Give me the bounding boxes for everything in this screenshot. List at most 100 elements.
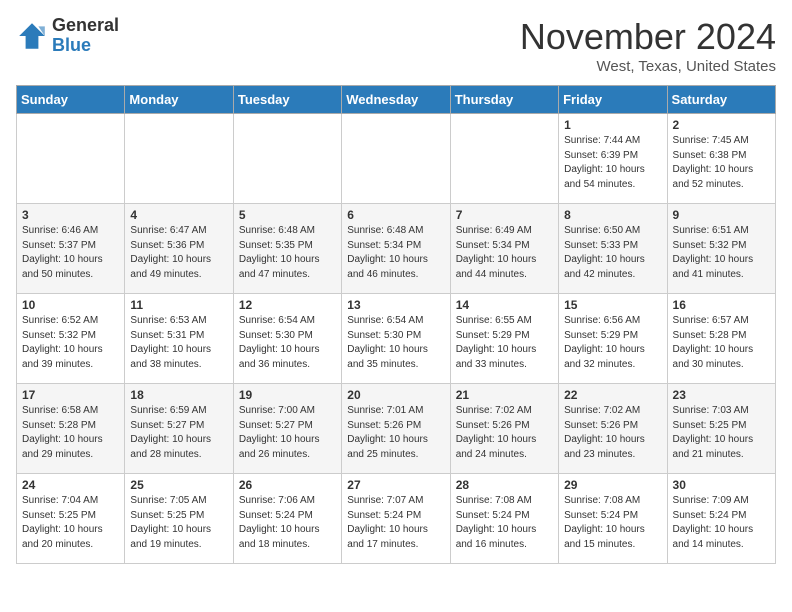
calendar-cell: 27Sunrise: 7:07 AM Sunset: 5:24 PM Dayli…: [342, 474, 450, 564]
calendar-cell: 9 Sunrise: 6:51 AM Sunset: 5:32 PM Daylig…: [667, 204, 775, 294]
day-number: 30: [673, 478, 770, 492]
day-info: Sunrise: 6:46 AM Sunset: 5:37 PM Dayligh…: [22, 224, 119, 282]
calendar-cell: 8 Sunrise: 6:50 AM Sunset: 5:33 PM Daylig…: [559, 204, 667, 294]
logo-icon: [16, 20, 48, 52]
location-subtitle: West, Texas, United States: [520, 58, 776, 75]
day-info: Sunrise: 6:51 AM Sunset: 5:32 PM Dayligh…: [673, 224, 770, 282]
day-info: Sunrise: 6:53 AM Sunset: 5:31 PM Dayligh…: [130, 314, 227, 372]
day-info: Sunrise: 7:04 AM Sunset: 5:25 PM Dayligh…: [22, 494, 119, 552]
day-info: Sunrise: 6:49 AM Sunset: 5:34 PM Dayligh…: [456, 224, 553, 282]
header-cell-saturday: Saturday: [667, 86, 775, 114]
day-number: 23: [673, 388, 770, 402]
day-number: 26: [239, 478, 336, 492]
day-number: 17: [22, 388, 119, 402]
day-info: Sunrise: 7:09 AM Sunset: 5:24 PM Dayligh…: [673, 494, 770, 552]
day-info: Sunrise: 6:59 AM Sunset: 5:27 PM Dayligh…: [130, 404, 227, 462]
header-cell-sunday: Sunday: [17, 86, 125, 114]
day-number: 1: [564, 118, 661, 132]
day-number: 2: [673, 118, 770, 132]
day-info: Sunrise: 6:54 AM Sunset: 5:30 PM Dayligh…: [347, 314, 444, 372]
day-info: Sunrise: 7:00 AM Sunset: 5:27 PM Dayligh…: [239, 404, 336, 462]
header-cell-friday: Friday: [559, 86, 667, 114]
calendar-cell: 13 Sunrise: 6:54 AM Sunset: 5:30 PM Dayli…: [342, 294, 450, 384]
calendar-cell: 16 Sunrise: 6:57 AM Sunset: 5:28 PM Dayli…: [667, 294, 775, 384]
day-number: 27: [347, 478, 444, 492]
day-info: Sunrise: 6:50 AM Sunset: 5:33 PM Dayligh…: [564, 224, 661, 282]
calendar-cell: 10Sunrise: 6:52 AM Sunset: 5:32 PM Dayli…: [17, 294, 125, 384]
calendar-cell: [342, 114, 450, 204]
day-info: Sunrise: 7:45 AM Sunset: 6:38 PM Dayligh…: [673, 134, 770, 192]
calendar-cell: 24 Sunrise: 7:04 AM Sunset: 5:25 PM Dayli…: [17, 474, 125, 564]
calendar-cell: 14Sunrise: 6:55 AM Sunset: 5:29 PM Dayli…: [450, 294, 558, 384]
day-number: 24: [22, 478, 119, 492]
day-info: Sunrise: 6:48 AM Sunset: 5:35 PM Dayligh…: [239, 224, 336, 282]
calendar-cell: 12 Sunrise: 6:54 AM Sunset: 5:30 PM Dayli…: [233, 294, 341, 384]
calendar-cell: 4 Sunrise: 6:47 AM Sunset: 5:36 PM Daylig…: [125, 204, 233, 294]
day-number: 7: [456, 208, 553, 222]
calendar-week-row: 24 Sunrise: 7:04 AM Sunset: 5:25 PM Dayli…: [17, 474, 776, 564]
logo: General Blue: [16, 16, 119, 56]
day-info: Sunrise: 6:47 AM Sunset: 5:36 PM Dayligh…: [130, 224, 227, 282]
day-info: Sunrise: 6:48 AM Sunset: 5:34 PM Dayligh…: [347, 224, 444, 282]
calendar-cell: [233, 114, 341, 204]
calendar-cell: 22 Sunrise: 7:02 AM Sunset: 5:26 PM Dayli…: [559, 384, 667, 474]
header-cell-thursday: Thursday: [450, 86, 558, 114]
day-number: 4: [130, 208, 227, 222]
day-info: Sunrise: 7:06 AM Sunset: 5:24 PM Dayligh…: [239, 494, 336, 552]
calendar-cell: 21Sunrise: 7:02 AM Sunset: 5:26 PM Dayli…: [450, 384, 558, 474]
calendar-cell: 3 Sunrise: 6:46 AM Sunset: 5:37 PM Daylig…: [17, 204, 125, 294]
calendar-week-row: 10Sunrise: 6:52 AM Sunset: 5:32 PM Dayli…: [17, 294, 776, 384]
calendar-cell: 15 Sunrise: 6:56 AM Sunset: 5:29 PM Dayli…: [559, 294, 667, 384]
header-cell-monday: Monday: [125, 86, 233, 114]
day-number: 22: [564, 388, 661, 402]
calendar-cell: 26 Sunrise: 7:06 AM Sunset: 5:24 PM Dayli…: [233, 474, 341, 564]
calendar-cell: 25 Sunrise: 7:05 AM Sunset: 5:25 PM Dayli…: [125, 474, 233, 564]
day-number: 9: [673, 208, 770, 222]
day-number: 28: [456, 478, 553, 492]
day-number: 15: [564, 298, 661, 312]
day-info: Sunrise: 6:54 AM Sunset: 5:30 PM Dayligh…: [239, 314, 336, 372]
day-info: Sunrise: 7:08 AM Sunset: 5:24 PM Dayligh…: [456, 494, 553, 552]
day-number: 12: [239, 298, 336, 312]
calendar-header-row: SundayMondayTuesdayWednesdayThursdayFrid…: [17, 86, 776, 114]
day-info: Sunrise: 6:55 AM Sunset: 5:29 PM Dayligh…: [456, 314, 553, 372]
day-number: 29: [564, 478, 661, 492]
page-header: General Blue November 2024 West, Texas, …: [16, 16, 776, 75]
calendar-week-row: 17 Sunrise: 6:58 AM Sunset: 5:28 PM Dayli…: [17, 384, 776, 474]
calendar-cell: 7 Sunrise: 6:49 AM Sunset: 5:34 PM Daylig…: [450, 204, 558, 294]
calendar-cell: [450, 114, 558, 204]
day-number: 11: [130, 298, 227, 312]
day-number: 16: [673, 298, 770, 312]
day-info: Sunrise: 7:02 AM Sunset: 5:26 PM Dayligh…: [564, 404, 661, 462]
day-info: Sunrise: 7:08 AM Sunset: 5:24 PM Dayligh…: [564, 494, 661, 552]
day-number: 20: [347, 388, 444, 402]
calendar-cell: 6 Sunrise: 6:48 AM Sunset: 5:34 PM Daylig…: [342, 204, 450, 294]
title-block: November 2024 West, Texas, United States: [520, 16, 776, 75]
day-info: Sunrise: 7:01 AM Sunset: 5:26 PM Dayligh…: [347, 404, 444, 462]
calendar-cell: 11 Sunrise: 6:53 AM Sunset: 5:31 PM Dayli…: [125, 294, 233, 384]
calendar-cell: 18Sunrise: 6:59 AM Sunset: 5:27 PM Dayli…: [125, 384, 233, 474]
day-number: 3: [22, 208, 119, 222]
calendar-cell: 30 Sunrise: 7:09 AM Sunset: 5:24 PM Dayli…: [667, 474, 775, 564]
calendar-week-row: 1 Sunrise: 7:44 AM Sunset: 6:39 PM Daylig…: [17, 114, 776, 204]
calendar-table: SundayMondayTuesdayWednesdayThursdayFrid…: [16, 85, 776, 564]
calendar-cell: [125, 114, 233, 204]
day-info: Sunrise: 7:05 AM Sunset: 5:25 PM Dayligh…: [130, 494, 227, 552]
calendar-cell: 5 Sunrise: 6:48 AM Sunset: 5:35 PM Daylig…: [233, 204, 341, 294]
day-info: Sunrise: 6:57 AM Sunset: 5:28 PM Dayligh…: [673, 314, 770, 372]
calendar-cell: 19Sunrise: 7:00 AM Sunset: 5:27 PM Dayli…: [233, 384, 341, 474]
calendar-cell: 29 Sunrise: 7:08 AM Sunset: 5:24 PM Dayli…: [559, 474, 667, 564]
day-info: Sunrise: 6:58 AM Sunset: 5:28 PM Dayligh…: [22, 404, 119, 462]
day-number: 5: [239, 208, 336, 222]
day-number: 8: [564, 208, 661, 222]
calendar-cell: 20 Sunrise: 7:01 AM Sunset: 5:26 PM Dayli…: [342, 384, 450, 474]
day-number: 13: [347, 298, 444, 312]
header-cell-wednesday: Wednesday: [342, 86, 450, 114]
day-number: 25: [130, 478, 227, 492]
calendar-cell: 23 Sunrise: 7:03 AM Sunset: 5:25 PM Dayli…: [667, 384, 775, 474]
day-info: Sunrise: 7:03 AM Sunset: 5:25 PM Dayligh…: [673, 404, 770, 462]
calendar-cell: 28 Sunrise: 7:08 AM Sunset: 5:24 PM Dayli…: [450, 474, 558, 564]
day-info: Sunrise: 7:44 AM Sunset: 6:39 PM Dayligh…: [564, 134, 661, 192]
day-info: Sunrise: 6:56 AM Sunset: 5:29 PM Dayligh…: [564, 314, 661, 372]
day-number: 6: [347, 208, 444, 222]
